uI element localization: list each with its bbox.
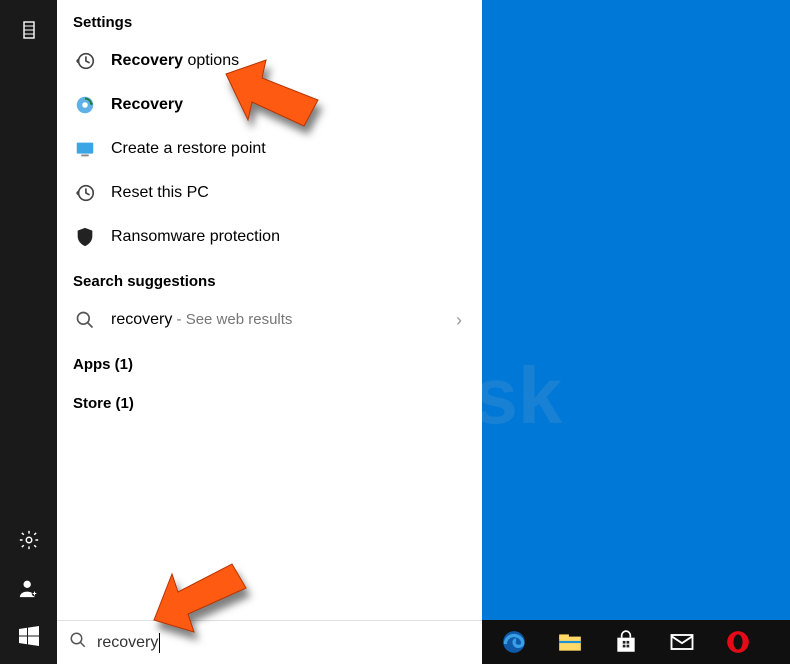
- search-results-panel: Settings Recovery options Recovery Creat…: [57, 0, 482, 664]
- taskbar-edge[interactable]: [488, 620, 540, 664]
- search-icon: [73, 308, 97, 332]
- search-icon: [69, 631, 87, 654]
- result-ransomware[interactable]: Ransomware protection: [57, 215, 482, 259]
- result-label: recovery - See web results: [111, 311, 292, 329]
- taskbar-opera[interactable]: [712, 620, 764, 664]
- section-header-apps[interactable]: Apps (1): [57, 342, 482, 381]
- gear-icon[interactable]: [5, 516, 53, 564]
- result-label: Create a restore point: [111, 140, 266, 158]
- taskbar: [482, 620, 790, 664]
- section-header-suggestions: Search suggestions: [57, 259, 482, 298]
- windows-start-icon[interactable]: [5, 612, 53, 660]
- menu-icon[interactable]: [5, 6, 53, 54]
- taskbar-mail[interactable]: [656, 620, 708, 664]
- taskbar-store[interactable]: [600, 620, 652, 664]
- result-reset-pc[interactable]: Reset this PC: [57, 171, 482, 215]
- result-label: Reset this PC: [111, 184, 209, 202]
- chevron-right-icon: ›: [456, 310, 466, 331]
- result-label: Ransomware protection: [111, 228, 280, 246]
- monitor-icon: [73, 137, 97, 161]
- section-header-settings: Settings: [57, 0, 482, 39]
- result-web-search[interactable]: recovery - See web results ›: [57, 298, 482, 342]
- taskbar-file-explorer[interactable]: [544, 620, 596, 664]
- search-bar[interactable]: recovery: [57, 620, 482, 664]
- history-icon: [73, 49, 97, 73]
- result-recovery[interactable]: Recovery: [57, 83, 482, 127]
- result-label: Recovery options: [111, 52, 239, 70]
- result-restore-point[interactable]: Create a restore point: [57, 127, 482, 171]
- section-header-store[interactable]: Store (1): [57, 381, 482, 420]
- cortana-sidebar: [0, 0, 57, 664]
- shield-icon: [73, 225, 97, 249]
- result-label: Recovery: [111, 96, 183, 114]
- history-icon: [73, 181, 97, 205]
- person-icon[interactable]: [5, 564, 53, 612]
- recovery-disk-icon: [73, 93, 97, 117]
- result-recovery-options[interactable]: Recovery options: [57, 39, 482, 83]
- search-input[interactable]: recovery: [97, 633, 160, 653]
